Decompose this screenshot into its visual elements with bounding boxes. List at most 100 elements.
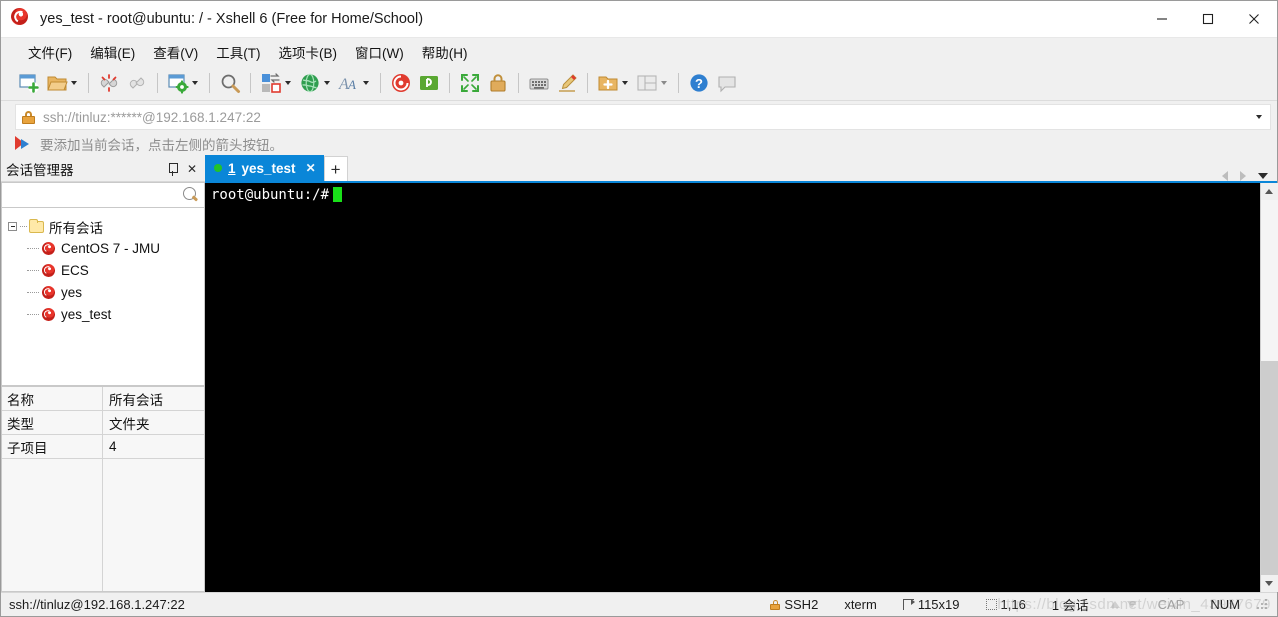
session-icon bbox=[40, 305, 57, 323]
tree-node-session[interactable]: CentOS 7 - JMU bbox=[2, 237, 204, 259]
session-properties-button[interactable] bbox=[164, 68, 203, 98]
close-button[interactable] bbox=[1231, 1, 1277, 38]
status-terminal-type: xterm bbox=[844, 597, 877, 612]
scrollbar-thumb[interactable] bbox=[1260, 361, 1278, 575]
property-value: 所有会话 bbox=[109, 392, 163, 408]
toolbar-separator bbox=[518, 73, 519, 93]
toolbar-separator bbox=[380, 73, 381, 93]
session-tree[interactable]: 所有会话 CentOS 7 - JMU ECS yes yes_test bbox=[1, 208, 205, 386]
window-controls bbox=[1139, 1, 1277, 38]
status-connection: ssh://tinluz@192.168.1.247:22 bbox=[9, 597, 185, 612]
new-folder-button[interactable] bbox=[594, 68, 633, 98]
maximize-icon bbox=[1202, 13, 1214, 25]
chevron-down-icon[interactable] bbox=[71, 81, 77, 85]
chevron-down-icon[interactable] bbox=[363, 81, 369, 85]
session-manager-title: 会话管理器 bbox=[6, 163, 74, 178]
tree-node-session[interactable]: ECS bbox=[2, 259, 204, 281]
disconnect-button[interactable] bbox=[95, 68, 123, 98]
search-icon[interactable] bbox=[183, 187, 199, 203]
connected-dot-icon bbox=[214, 164, 222, 172]
chevron-down-icon[interactable] bbox=[324, 81, 330, 85]
status-sessions: 1 会话 bbox=[1051, 598, 1089, 613]
expander-icon[interactable] bbox=[8, 222, 17, 231]
fullscreen-button[interactable] bbox=[456, 68, 484, 98]
tree-node-session[interactable]: yes_test bbox=[2, 303, 204, 325]
close-icon bbox=[1249, 14, 1259, 24]
font-button[interactable]: A A bbox=[335, 68, 374, 98]
menu-tabs[interactable]: 选项卡(B) bbox=[270, 38, 347, 66]
menu-window[interactable]: 窗口(W) bbox=[346, 38, 413, 66]
maximize-button[interactable] bbox=[1185, 1, 1231, 38]
lock-screen-button[interactable] bbox=[484, 68, 512, 98]
chevron-down-icon[interactable] bbox=[661, 81, 667, 85]
window-title: yes_test - root@ubuntu: / - Xshell 6 (Fr… bbox=[40, 11, 424, 27]
chevron-down-icon[interactable] bbox=[1258, 173, 1268, 179]
globe-icon bbox=[301, 73, 319, 93]
new-session-button[interactable] bbox=[15, 68, 43, 98]
xftp-button[interactable] bbox=[415, 68, 443, 98]
svg-text:?: ? bbox=[695, 76, 703, 91]
chevron-down-icon bbox=[1265, 581, 1273, 586]
menu-file[interactable]: 文件(F) bbox=[19, 38, 81, 66]
open-session-button[interactable] bbox=[43, 68, 82, 98]
terminal-scrollbar[interactable] bbox=[1260, 183, 1278, 592]
property-value: 文件夹 bbox=[109, 416, 150, 432]
add-session-arrow-icon[interactable] bbox=[15, 136, 33, 151]
chevron-down-icon[interactable] bbox=[1256, 115, 1262, 119]
session-icon bbox=[40, 261, 57, 279]
address-bar[interactable]: ssh://tinluz:******@192.168.1.247:22 bbox=[15, 104, 1271, 130]
highlight-button[interactable] bbox=[553, 68, 581, 98]
toolbar-separator bbox=[587, 73, 588, 93]
help-button[interactable]: ? bbox=[685, 68, 713, 98]
property-value: 4 bbox=[109, 439, 117, 454]
scroll-down-button[interactable] bbox=[1260, 575, 1278, 592]
chevron-left-icon[interactable] bbox=[1222, 171, 1228, 181]
close-icon[interactable]: ✕ bbox=[187, 163, 197, 175]
chevron-down-icon[interactable] bbox=[192, 81, 198, 85]
tab-label: yes_test bbox=[241, 160, 296, 176]
web-button[interactable] bbox=[296, 68, 335, 98]
session-manager-header: 会话管理器 ✕ bbox=[1, 157, 205, 182]
toolbar-separator bbox=[88, 73, 89, 93]
xshell-button[interactable] bbox=[387, 68, 415, 98]
toolbar-separator bbox=[449, 73, 450, 93]
toolbar-separator bbox=[157, 73, 158, 93]
find-button[interactable] bbox=[216, 68, 244, 98]
cursor-position-icon bbox=[985, 599, 997, 610]
close-icon[interactable]: ✕ bbox=[306, 161, 316, 175]
chevron-down-icon[interactable] bbox=[285, 81, 291, 85]
transfer-file-button[interactable] bbox=[257, 68, 296, 98]
scroll-up-button[interactable] bbox=[1260, 183, 1278, 200]
terminal-screen[interactable]: root@ubuntu:/# bbox=[205, 183, 1260, 592]
keyboard-icon bbox=[529, 78, 549, 90]
tree-node-all-sessions[interactable]: 所有会话 bbox=[2, 216, 204, 237]
menu-view[interactable]: 查看(V) bbox=[144, 38, 207, 66]
status-scroll-indicators bbox=[1102, 601, 1145, 608]
new-tab-button[interactable]: + bbox=[323, 156, 348, 181]
chat-button[interactable] bbox=[713, 68, 741, 98]
keyboard-button[interactable] bbox=[525, 68, 553, 98]
scrollbar-track[interactable] bbox=[1260, 200, 1278, 575]
layout-icon bbox=[637, 75, 657, 91]
menu-edit[interactable]: 编辑(E) bbox=[81, 38, 144, 66]
chevron-right-icon[interactable] bbox=[1240, 171, 1246, 181]
status-size-label: 115x19 bbox=[917, 597, 960, 612]
chevron-down-icon[interactable] bbox=[622, 81, 628, 85]
pin-icon[interactable] bbox=[167, 162, 178, 176]
reconnect-button[interactable] bbox=[123, 68, 151, 98]
session-search-box[interactable] bbox=[1, 182, 205, 208]
session-search-input[interactable] bbox=[2, 187, 183, 203]
xshell-icon bbox=[392, 74, 410, 92]
layout-button[interactable] bbox=[633, 68, 672, 98]
address-input[interactable]: ssh://tinluz:******@192.168.1.247:22 bbox=[43, 110, 261, 125]
new-session-icon bbox=[19, 74, 39, 93]
menu-help[interactable]: 帮助(H) bbox=[413, 38, 477, 66]
resize-grip[interactable] bbox=[1257, 598, 1269, 611]
status-bar: ssh://tinluz@192.168.1.247:22 SSH2 xterm… bbox=[1, 592, 1277, 616]
tree-node-session[interactable]: yes bbox=[2, 281, 204, 303]
tree-node-label: yes bbox=[61, 284, 83, 300]
tab-yes-test[interactable]: 1 yes_test ✕ bbox=[205, 155, 324, 181]
menu-tools[interactable]: 工具(T) bbox=[207, 38, 269, 66]
transfer-file-icon bbox=[262, 73, 281, 93]
minimize-button[interactable] bbox=[1139, 1, 1185, 38]
